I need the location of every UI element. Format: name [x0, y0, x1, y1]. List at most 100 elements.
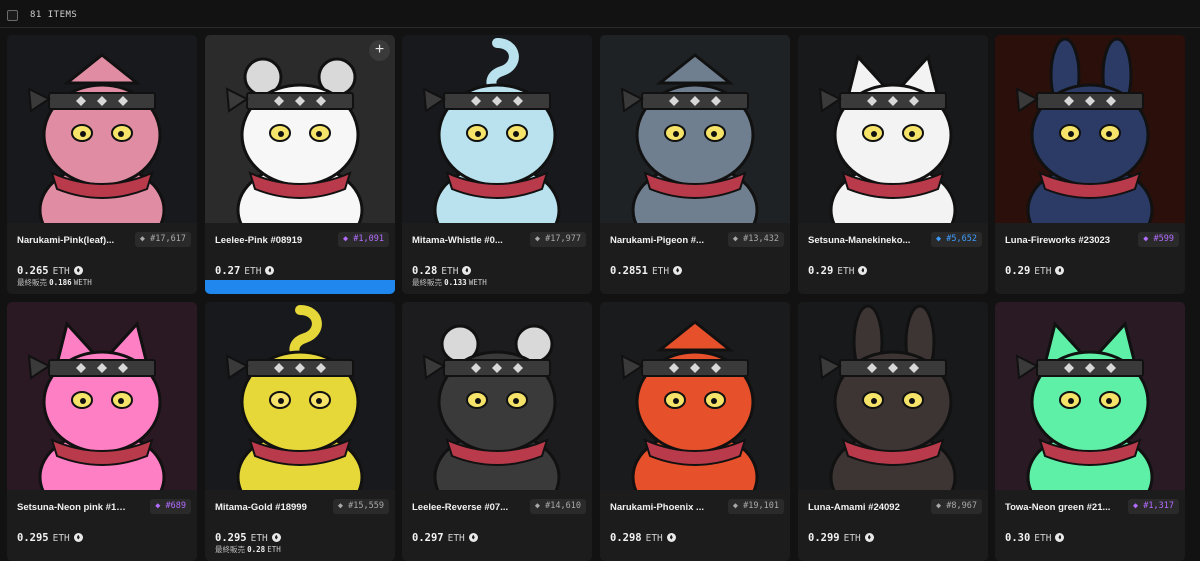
rarity-rank-badge: ◆ #689: [150, 499, 191, 514]
buy-now-bar[interactable]: [205, 280, 395, 294]
rarity-gem-icon: ◆: [732, 234, 744, 244]
rarity-gem-icon: ◆: [337, 501, 349, 511]
rarity-rank-badge: ◆ #13,432: [727, 232, 784, 247]
price-currency: ETH: [244, 266, 262, 277]
rarity-gem-icon: ◆: [1143, 234, 1154, 244]
last-sale-label: 最終販売: [215, 545, 245, 554]
item-image[interactable]: [7, 302, 197, 490]
item-name[interactable]: Luna-Fireworks #23023: [1005, 235, 1117, 246]
item-name[interactable]: Narukami-Pink(leaf)...: [17, 235, 129, 246]
last-sale: 最終販売 0.133 WETH: [412, 277, 487, 288]
price-row: 0.29 ETH: [808, 261, 868, 279]
toolbar: 81 ITEMS: [0, 0, 1200, 28]
item-image[interactable]: [402, 302, 592, 490]
item-card[interactable]: Narukami-Phoenix ... ◆ #19,101 0.298 ETH: [600, 302, 790, 561]
rarity-gem-icon: ◆: [139, 234, 151, 244]
price-currency: ETH: [651, 266, 670, 277]
item-name[interactable]: Mitama-Whistle #0...: [412, 235, 524, 246]
item-name[interactable]: Narukami-Pigeon #...: [610, 235, 722, 246]
last-sale-price: 0.186: [49, 278, 72, 287]
rarity-rank-value: #17,977: [545, 234, 581, 244]
select-all-checkbox[interactable]: [7, 10, 18, 21]
item-image[interactable]: [600, 35, 790, 223]
item-image[interactable]: [205, 302, 395, 490]
item-card[interactable]: Mitama-Gold #18999 ◆ #15,559 0.295 ETH 最終販売 …: [205, 302, 395, 561]
rarity-rank-value: #5,652: [946, 234, 977, 244]
last-sale-currency: WETH: [73, 278, 92, 287]
rarity-rank-badge: ◆ #8,967: [931, 499, 982, 514]
price-row: 0.295 ETH: [17, 528, 83, 546]
item-card[interactable]: Setsuna-Neon pink #17... ◆ #689 0.295 ETH: [7, 302, 197, 561]
price-value: 0.299: [808, 532, 840, 544]
item-name[interactable]: Mitama-Gold #18999: [215, 502, 327, 513]
item-name[interactable]: Setsuna-Manekineko...: [808, 235, 920, 246]
item-card[interactable]: Towa-Neon green #21... ◆ #1,317 0.30 ETH: [995, 302, 1185, 561]
item-image[interactable]: [995, 35, 1185, 223]
item-image[interactable]: [798, 35, 988, 223]
price-value: 0.265: [17, 265, 49, 277]
item-image[interactable]: [402, 35, 592, 223]
rarity-gem-icon: ◆: [732, 501, 744, 511]
eth-chain-icon: [73, 533, 83, 542]
price-row: 0.297 ETH: [412, 528, 478, 546]
item-card[interactable]: Mitama-Whistle #0... ◆ #17,977 0.28 ETH 最終販売…: [402, 35, 592, 294]
item-name[interactable]: Luna-Amami #24092: [808, 502, 920, 513]
eth-chain-icon: [462, 266, 472, 275]
item-image[interactable]: [600, 302, 790, 490]
price-row: 0.299 ETH: [808, 528, 874, 546]
price-currency: ETH: [52, 266, 70, 277]
last-sale: 最終販売 0.186 WETH: [17, 277, 92, 288]
rarity-gem-icon: ◆: [936, 234, 947, 244]
price-row: 0.30 ETH: [1005, 528, 1065, 546]
item-image[interactable]: [7, 35, 197, 223]
rarity-gem-icon: ◆: [534, 234, 546, 244]
item-card[interactable]: Leelee-Reverse #07... ◆ #14,610 0.297 ETH: [402, 302, 592, 561]
last-sale-label: 最終販売: [412, 278, 442, 287]
rarity-rank-badge: ◆ #14,610: [529, 499, 586, 514]
price-value: 0.2851: [610, 265, 648, 277]
price-currency: ETH: [447, 533, 465, 544]
eth-chain-icon: [468, 533, 478, 542]
rarity-gem-icon: ◆: [155, 501, 166, 511]
item-card[interactable]: Narukami-Pigeon #... ◆ #13,432 0.2851 ETH: [600, 35, 790, 294]
price-row: 0.298 ETH: [610, 528, 676, 546]
price-value: 0.30: [1005, 532, 1031, 544]
rarity-rank-value: #689: [165, 501, 186, 511]
rarity-gem-icon: ◆: [936, 501, 947, 511]
price-value: 0.298: [610, 532, 642, 544]
item-card[interactable]: Luna-Fireworks #23023 ◆ #599 0.29 ETH: [995, 35, 1185, 294]
last-sale-label: 最終販売: [17, 278, 47, 287]
eth-chain-icon: [271, 533, 281, 542]
item-card[interactable]: + Leelee-Pink #08919 ◆ #1,091 0.27 ETH: [205, 35, 395, 294]
item-name[interactable]: Setsuna-Neon pink #17...: [17, 502, 129, 513]
price-row: 0.2851 ETH: [610, 261, 683, 279]
price-currency: ETH: [1034, 266, 1052, 277]
last-sale-currency: WETH: [468, 278, 487, 287]
price-value: 0.29: [1005, 265, 1031, 277]
item-card[interactable]: Setsuna-Manekineko... ◆ #5,652 0.29 ETH: [798, 35, 988, 294]
item-card[interactable]: Luna-Amami #24092 ◆ #8,967 0.299 ETH: [798, 302, 988, 561]
item-name[interactable]: Narukami-Phoenix ...: [610, 502, 722, 513]
price-currency: ETH: [645, 533, 663, 544]
item-image[interactable]: [995, 302, 1185, 490]
price-value: 0.29: [808, 265, 834, 277]
eth-chain-icon: [1055, 533, 1065, 542]
last-sale-currency: ETH: [267, 545, 281, 554]
price-currency: ETH: [52, 533, 70, 544]
rarity-rank-badge: ◆ #5,652: [931, 232, 982, 247]
item-image[interactable]: [798, 302, 988, 490]
item-image[interactable]: [205, 35, 395, 223]
item-card[interactable]: Narukami-Pink(leaf)... ◆ #17,617 0.265 ETH 最…: [7, 35, 197, 294]
last-sale-price: 0.133: [444, 278, 467, 287]
item-name[interactable]: Leelee-Pink #08919: [215, 235, 327, 246]
price-currency: ETH: [843, 533, 861, 544]
price-row: 0.29 ETH: [1005, 261, 1065, 279]
eth-chain-icon: [864, 533, 874, 542]
add-to-cart-button[interactable]: +: [369, 40, 390, 61]
price-currency: ETH: [250, 533, 268, 544]
rarity-rank-badge: ◆ #599: [1138, 232, 1179, 247]
rarity-rank-badge: ◆ #17,617: [134, 232, 191, 247]
rarity-rank-value: #17,617: [150, 234, 186, 244]
item-name[interactable]: Leelee-Reverse #07...: [412, 502, 524, 513]
item-name[interactable]: Towa-Neon green #21...: [1005, 502, 1117, 513]
